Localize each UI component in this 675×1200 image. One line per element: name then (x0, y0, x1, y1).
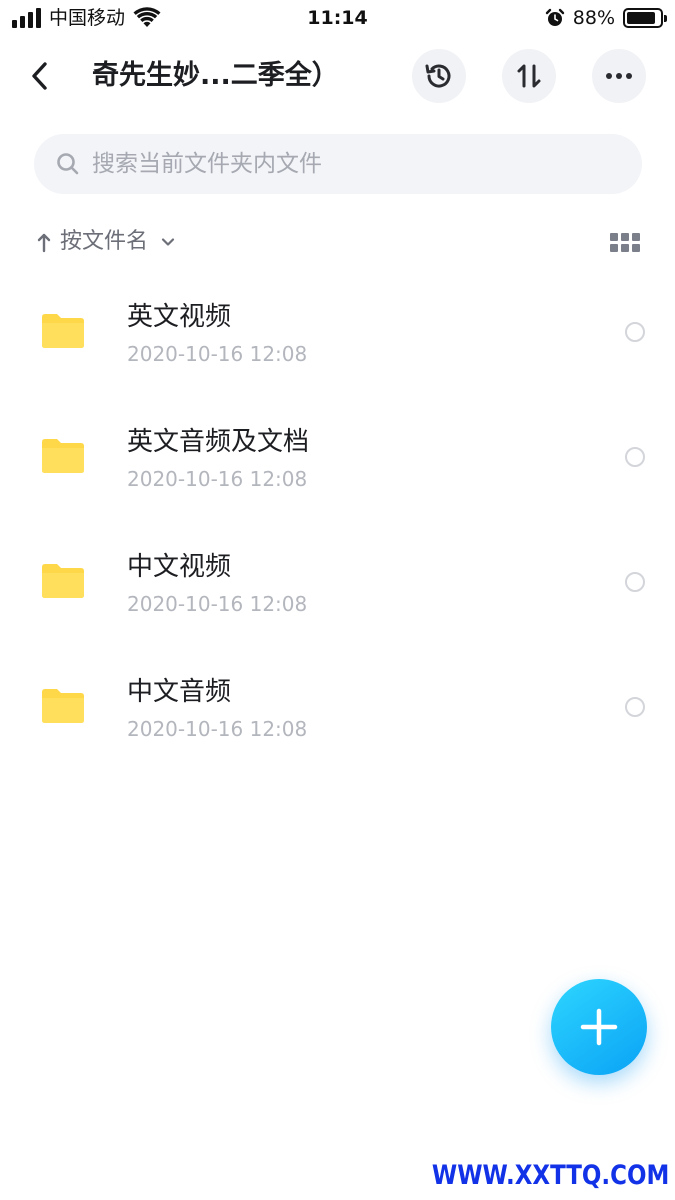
plus-icon (580, 1008, 618, 1046)
list-item[interactable]: 中文音频 2020-10-16 12:08 (0, 645, 675, 770)
more-button[interactable] (592, 49, 646, 103)
file-name: 中文视频 (127, 552, 232, 582)
arrow-up-icon (37, 233, 51, 253)
carrier-name: 中国移动 (49, 7, 126, 29)
search-input[interactable] (92, 151, 612, 177)
grid-view-icon[interactable] (610, 233, 640, 253)
select-checkbox[interactable] (625, 322, 645, 342)
transfer-arrows-icon (517, 64, 541, 88)
status-bar-left: 中国移动 (12, 6, 161, 30)
file-date: 2020-10-16 12:08 (127, 467, 308, 491)
signal-icon (12, 8, 41, 28)
file-date: 2020-10-16 12:08 (127, 717, 308, 741)
file-name: 中文音频 (127, 677, 232, 707)
list-item[interactable]: 英文视频 2020-10-16 12:08 (0, 270, 675, 395)
list-item[interactable]: 中文视频 2020-10-16 12:08 (0, 520, 675, 645)
sort-bar: 按文件名 (0, 226, 675, 260)
nav-bar: 奇先生妙...二季全） (0, 48, 675, 104)
more-dots-icon (606, 73, 632, 79)
history-icon (425, 64, 451, 88)
alarm-icon (545, 8, 564, 26)
file-name: 英文视频 (127, 302, 232, 332)
folder-icon (42, 564, 84, 598)
battery-icon (623, 8, 667, 28)
watermark-text: WWW.XXTTQ.COM (431, 1160, 669, 1191)
wifi-icon (133, 7, 161, 27)
list-item[interactable]: 英文音频及文档 2020-10-16 12:08 (0, 395, 675, 520)
phone-screen: 中国移动 11:14 88% 奇先生妙...二季全） 搜索当前文件夹内文件 按文… (0, 0, 675, 1200)
status-bar: 中国移动 11:14 88% (0, 0, 675, 40)
search-bar[interactable] (34, 134, 642, 194)
add-button[interactable] (551, 979, 647, 1075)
select-checkbox[interactable] (625, 572, 645, 592)
folder-icon (42, 439, 84, 473)
select-checkbox[interactable] (625, 447, 645, 467)
file-name: 英文音频及文档 (127, 427, 310, 457)
battery-level (627, 12, 656, 24)
file-date: 2020-10-16 12:08 (127, 592, 308, 616)
history-button[interactable] (412, 49, 466, 103)
battery-tip (664, 15, 667, 22)
sort-button[interactable]: 按文件名 (36, 226, 176, 258)
battery-percent: 88% (572, 7, 615, 29)
folder-icon (42, 689, 84, 723)
sort-label: 按文件名 (60, 229, 149, 254)
file-list: 英文视频 2020-10-16 12:08 英文音频及文档 2020-10-16… (0, 270, 675, 770)
file-date: 2020-10-16 12:08 (127, 342, 308, 366)
select-checkbox[interactable] (625, 697, 645, 717)
search-icon (57, 153, 79, 175)
transfer-button[interactable] (502, 49, 556, 103)
chevron-left-icon (32, 62, 47, 90)
back-button[interactable] (22, 58, 58, 94)
page-title: 奇先生妙...二季全） (92, 60, 339, 91)
chevron-down-icon (161, 238, 175, 246)
status-bar-right: 88% (545, 6, 667, 30)
folder-icon (42, 314, 84, 348)
